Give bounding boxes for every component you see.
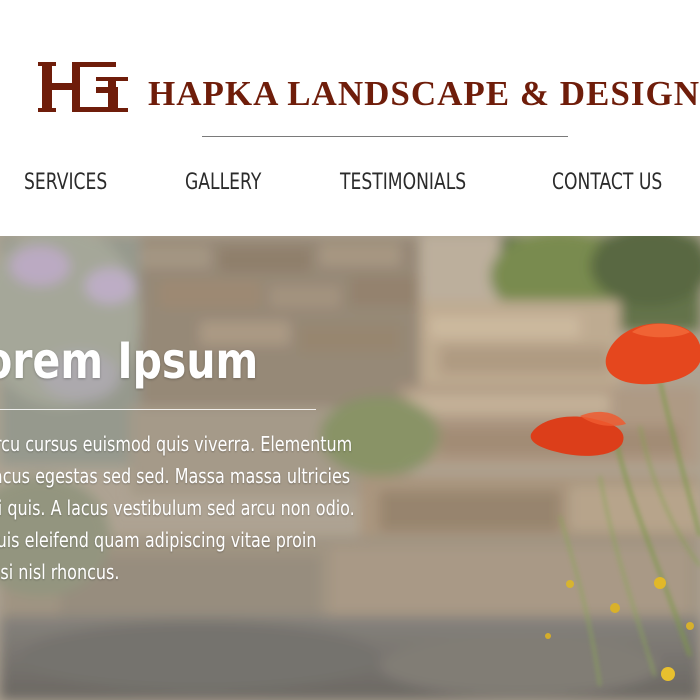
nav-item-testimonials[interactable]: TESTIMONIALS <box>340 166 466 200</box>
main-nav: SERVICES GALLERY TESTIMONIALS CONTACT US <box>0 166 700 202</box>
brand-name[interactable]: HAPKA LANDSCAPE & DESIGN <box>148 74 700 114</box>
hero-text-line: Nisi nisl rhoncus. <box>0 560 120 584</box>
hero-text-line: Quis eleifend quam adipiscing vitae proi… <box>0 528 317 552</box>
hero-paragraph: Arcu cursus euismod quis viverra. Elemen… <box>0 428 424 588</box>
hg-monogram-logo-icon <box>38 62 128 112</box>
hero-title: Lorem Ipsum <box>0 332 259 390</box>
header-divider <box>202 136 568 137</box>
nav-item-gallery[interactable]: GALLERY <box>185 166 261 200</box>
hero-text-line: Arcu cursus euismod quis viverra. Elemen… <box>0 432 353 456</box>
hero-text-line: Mi quis. A lacus vestibulum sed arcu non… <box>0 496 355 520</box>
hero-section: Lorem Ipsum Arcu cursus euismod quis viv… <box>0 236 700 700</box>
hero-divider <box>0 409 316 410</box>
nav-item-contact-us[interactable]: CONTACT US <box>552 166 662 200</box>
nav-item-services[interactable]: SERVICES <box>24 166 107 200</box>
hero-text-line: Lacus egestas sed sed. Massa massa ultri… <box>0 464 351 488</box>
logo-link[interactable] <box>38 59 130 115</box>
site-header: HAPKA LANDSCAPE & DESIGN SERVICES GALLER… <box>0 0 700 236</box>
